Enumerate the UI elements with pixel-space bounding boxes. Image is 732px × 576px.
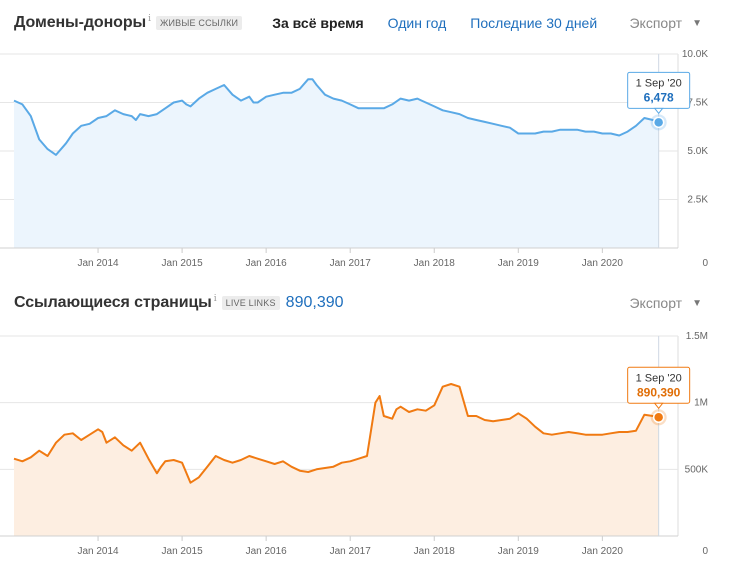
- x-tick-label: Jan 2017: [330, 546, 372, 557]
- hover-marker[interactable]: [652, 411, 665, 424]
- x-tick-label: Jan 2016: [246, 546, 288, 557]
- chart2-metric-value: 890,390: [285, 294, 344, 311]
- y-tick-label: 0: [702, 546, 708, 557]
- tooltip-date: 1 Sep '20: [636, 77, 682, 89]
- tooltip-pointer: [653, 402, 664, 410]
- chart1-export-label: Экспорт: [629, 15, 683, 31]
- chart2-title: Ссылающиеся страницы: [14, 294, 212, 311]
- chart2-badge: LIVE LINKS: [221, 296, 280, 310]
- x-tick-label: Jan 2014: [77, 546, 119, 557]
- x-tick-label: Jan 2019: [498, 258, 540, 269]
- x-tick-label: Jan 2016: [246, 258, 288, 269]
- chart1-svg: 0 2.5K 5.0K 7.5K 10.0K Jan 2014 Jan 2015 Jan 20…: [0, 49, 708, 269]
- x-tick-label: Jan 2018: [414, 258, 456, 269]
- chart1-header: Домены-доноры i ЖИВЫЕ ССЫЛКИ За всё врем…: [14, 12, 621, 34]
- x-tick-label: Jan 2019: [498, 546, 540, 557]
- x-tick-label: Jan 2020: [582, 546, 624, 557]
- y-tick-label: 2.5K: [687, 195, 708, 206]
- x-tick-label: Jan 2020: [582, 258, 624, 269]
- chart2-svg: 0 500K 1M 1.5M Jan 2014 Jan 2015 Jan 2016 Jan 2…: [0, 331, 709, 557]
- hover-marker[interactable]: [652, 116, 665, 129]
- tooltip-value: 6,478: [644, 90, 674, 104]
- y-tick-label: 7.5K: [687, 98, 708, 109]
- range-tabs: За всё время Один год Последние 30 дней: [272, 15, 621, 31]
- tooltip-value: 890,390: [637, 385, 681, 399]
- y-tick-label: 0: [702, 258, 708, 269]
- chart2-export-label: Экспорт: [629, 295, 683, 311]
- y-tick-label: 5.0K: [687, 146, 708, 157]
- chart2-header: Ссылающиеся страницы i LIVE LINKS 890,39…: [14, 292, 344, 314]
- x-tick-label: Jan 2015: [162, 258, 204, 269]
- x-tick-label: Jan 2014: [77, 258, 119, 269]
- chart1-badge: ЖИВЫЕ ССЫЛКИ: [155, 16, 243, 30]
- series-area: [14, 79, 659, 248]
- tab-all-time[interactable]: За всё время: [272, 15, 363, 31]
- x-tick-label: Jan 2018: [414, 546, 456, 557]
- y-tick-label: 1.5M: [686, 331, 708, 342]
- series-area: [14, 384, 659, 536]
- x-tick-label: Jan 2015: [162, 546, 204, 557]
- tab-last-30-days[interactable]: Последние 30 дней: [470, 15, 597, 31]
- tooltip-date: 1 Sep '20: [636, 372, 682, 384]
- chart2-info-icon[interactable]: i: [214, 294, 217, 304]
- y-tick-label: 1M: [694, 398, 708, 409]
- chart2-export-button[interactable]: Экспорт ▼: [629, 292, 702, 314]
- tooltip: 1 Sep '20890,390: [627, 366, 691, 410]
- tooltip-pointer: [653, 107, 664, 115]
- chevron-down-icon: ▼: [692, 297, 702, 309]
- chart1-title: Домены-доноры: [14, 14, 147, 31]
- tooltip: 1 Sep '206,478: [627, 71, 691, 115]
- chart1-info-icon[interactable]: i: [148, 14, 151, 24]
- chart1-export-button[interactable]: Экспорт ▼: [629, 12, 702, 34]
- y-tick-label: 500K: [685, 464, 709, 475]
- y-tick-label: 10.0K: [682, 49, 708, 60]
- chevron-down-icon: ▼: [692, 17, 702, 29]
- tab-one-year[interactable]: Один год: [388, 15, 447, 31]
- x-tick-label: Jan 2017: [330, 258, 372, 269]
